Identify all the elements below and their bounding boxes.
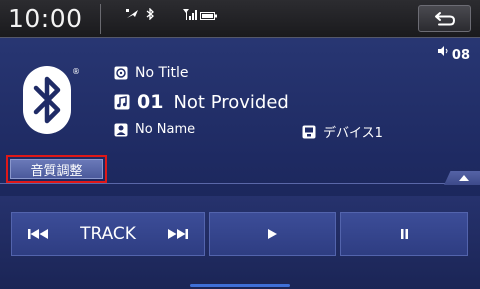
track-button-group: TRACK: [11, 212, 205, 256]
volume-value: 08: [451, 48, 470, 63]
pause-button[interactable]: [340, 212, 468, 256]
panel-separator: [0, 183, 480, 184]
track-row: 01 Not Provided: [114, 91, 289, 113]
playback-control-panel: TRACK: [0, 196, 480, 289]
artist-icon: [114, 123, 128, 136]
track-label: TRACK: [80, 224, 136, 244]
collapse-panel-tab[interactable]: [444, 171, 480, 185]
play-button[interactable]: [209, 212, 336, 256]
track-number: 01: [137, 91, 164, 113]
volume-indicator: 08: [437, 44, 470, 63]
bluetooth-logo: [23, 66, 71, 134]
skip-next-icon[interactable]: [167, 229, 188, 239]
device-icon: [302, 125, 316, 138]
album-row: No Title: [114, 65, 189, 81]
signal-icon: [183, 9, 197, 20]
bottom-accent-bar: [190, 284, 290, 287]
disc-icon: [114, 66, 128, 80]
battery-icon: [200, 12, 217, 20]
back-button[interactable]: [418, 5, 471, 32]
artist-name: No Name: [135, 122, 196, 137]
artist-row: No Name: [114, 122, 195, 137]
sound-adjust-label: 音質調整: [10, 159, 103, 179]
device-name: デバイス1: [323, 126, 383, 141]
pause-icon: [400, 229, 408, 239]
registered-mark: ®: [72, 67, 80, 76]
chevron-up-icon: [459, 175, 469, 181]
music-note-icon: [114, 94, 130, 110]
device-row: デバイス1: [302, 122, 383, 141]
clock: 10:00: [8, 4, 83, 33]
play-icon: [268, 229, 277, 239]
bluetooth-icon: [146, 8, 154, 20]
track-title: Not Provided: [173, 91, 289, 113]
album-name: No Title: [135, 65, 189, 81]
status-bar: 10:00: [0, 0, 480, 38]
back-arrow-icon: [435, 12, 456, 26]
speaker-icon: [437, 46, 448, 56]
status-divider: [100, 4, 101, 34]
skip-previous-icon[interactable]: [28, 229, 48, 239]
sound-adjust-button[interactable]: 音質調整: [6, 155, 107, 183]
gps-icon: [126, 9, 138, 18]
